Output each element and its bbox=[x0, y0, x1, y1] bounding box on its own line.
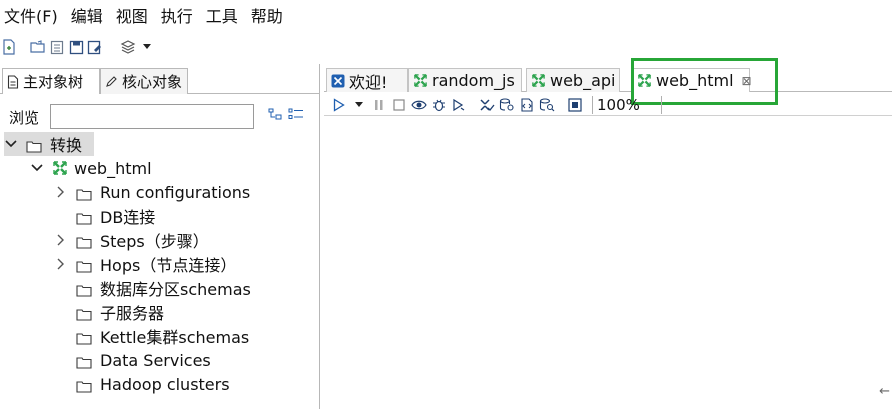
tab-main-tree[interactable]: 主对象树 bbox=[2, 68, 100, 94]
tab-web-html[interactable]: web_html ⊠ bbox=[632, 68, 752, 92]
chevron-right-icon[interactable] bbox=[54, 257, 68, 271]
tree-item-cluster-schemas[interactable]: Kettle集群schemas bbox=[54, 324, 249, 348]
tree-item-data-services[interactable]: Data Services bbox=[54, 348, 211, 372]
tab-core-objects-label: 核心对象 bbox=[122, 73, 183, 91]
save-icon[interactable] bbox=[67, 38, 85, 56]
editor-tab-bar: 欢迎! random_js web_api web_html ⊠ bbox=[324, 58, 892, 105]
tree-item-partition-schemas[interactable]: 数据库分区schemas bbox=[54, 276, 251, 300]
show-results-icon[interactable] bbox=[566, 96, 584, 114]
tree-item-label: Data Services bbox=[100, 350, 211, 370]
tree-item-db-connections[interactable]: DB连接 bbox=[54, 204, 155, 228]
transform-icon bbox=[531, 73, 546, 88]
tab-core-objects[interactable]: 核心对象 bbox=[100, 68, 188, 94]
run-dropdown-icon[interactable] bbox=[350, 96, 368, 114]
tab-main-tree-label: 主对象树 bbox=[23, 73, 84, 91]
transform-icon bbox=[637, 73, 652, 88]
welcome-icon bbox=[331, 74, 345, 88]
tree-item-label: 子服务器 bbox=[100, 304, 165, 323]
verify-icon[interactable] bbox=[478, 96, 496, 114]
pause-icon[interactable] bbox=[370, 96, 388, 114]
tree-item-label: Kettle集群schemas bbox=[100, 328, 250, 347]
new-file-icon[interactable] bbox=[0, 38, 18, 56]
stop-icon[interactable] bbox=[390, 96, 408, 114]
tree-item-label: Steps（步骤） bbox=[100, 232, 209, 251]
tab-web-html-label: web_html bbox=[656, 71, 734, 90]
zoom-value: 100% bbox=[597, 95, 640, 114]
folder-icon bbox=[76, 354, 92, 369]
tree-item-slave-servers[interactable]: 子服务器 bbox=[54, 300, 164, 324]
replay-icon[interactable] bbox=[450, 96, 468, 114]
transform-icon bbox=[52, 160, 68, 176]
tree-item-label: Hadoop clusters bbox=[100, 374, 230, 394]
main-toolbar bbox=[0, 32, 892, 62]
run-icon[interactable] bbox=[330, 96, 348, 114]
chevron-right-icon[interactable] bbox=[54, 233, 68, 247]
folder-icon bbox=[76, 186, 92, 201]
folder-icon bbox=[76, 330, 92, 345]
save-as-icon[interactable] bbox=[86, 38, 104, 56]
menu-file[interactable]: 文件(F) bbox=[4, 3, 58, 27]
browse-tools bbox=[268, 108, 304, 120]
tab-random-js[interactable]: random_js bbox=[408, 68, 522, 92]
folder-icon bbox=[76, 258, 92, 273]
tab-welcome-label: 欢迎! bbox=[349, 72, 388, 92]
tree-item-run-configurations[interactable]: Run configurations bbox=[54, 180, 250, 204]
menu-run[interactable]: 执行 bbox=[161, 3, 193, 27]
folder-icon bbox=[76, 378, 92, 393]
transformation-canvas[interactable] bbox=[324, 116, 892, 409]
tab-web-api[interactable]: web_api bbox=[526, 68, 620, 92]
menu-view[interactable]: 视图 bbox=[116, 3, 148, 27]
chevron-down-icon[interactable] bbox=[4, 137, 18, 151]
browse-search-input[interactable] bbox=[50, 104, 254, 129]
left-panel: 主对象树 核心对象 浏览 转换 web_html Run configurati… bbox=[0, 64, 320, 409]
dropdown-arrow-icon[interactable] bbox=[138, 38, 156, 56]
chevron-down-icon[interactable] bbox=[30, 161, 44, 175]
browse-row: 浏览 bbox=[0, 102, 320, 130]
tree-item-label: 转换 bbox=[50, 136, 83, 155]
tree-item-hops[interactable]: Hops（节点连接） bbox=[54, 252, 236, 276]
collapse-all-icon[interactable] bbox=[288, 108, 304, 120]
tree-item-label: 数据库分区schemas bbox=[100, 280, 251, 299]
run-toolbar: 100% bbox=[324, 94, 892, 116]
pencil-icon bbox=[105, 75, 118, 88]
folder-icon bbox=[76, 306, 92, 321]
editor-panel: 欢迎! random_js web_api web_html ⊠ 100% ← bbox=[324, 58, 892, 409]
tab-random-js-label: random_js bbox=[432, 71, 515, 90]
menu-bar: 文件(F) 编辑 视图 执行 工具 帮助 bbox=[0, 0, 892, 30]
tab-web-api-label: web_api bbox=[550, 71, 616, 90]
expand-all-icon[interactable] bbox=[268, 108, 282, 120]
folder-icon bbox=[76, 282, 92, 297]
close-icon[interactable]: ⊠ bbox=[742, 74, 752, 88]
tree-item-steps[interactable]: Steps（步骤） bbox=[54, 228, 209, 252]
preview-icon[interactable] bbox=[410, 96, 428, 114]
chevron-right-icon[interactable] bbox=[54, 185, 68, 199]
menu-edit[interactable]: 编辑 bbox=[71, 3, 103, 27]
analyze-impact-icon[interactable] bbox=[498, 96, 516, 114]
sql-icon[interactable] bbox=[518, 96, 536, 114]
tab-welcome[interactable]: 欢迎! bbox=[326, 68, 408, 92]
tree-item-transformations[interactable]: 转换 bbox=[4, 132, 94, 156]
transform-icon bbox=[413, 73, 428, 88]
zoom-select[interactable]: 100% bbox=[592, 95, 662, 114]
tree-item-label: DB连接 bbox=[100, 208, 156, 227]
tree-item-web-html[interactable]: web_html bbox=[30, 156, 152, 180]
open-folder-icon[interactable] bbox=[29, 38, 47, 56]
folder-icon bbox=[76, 210, 92, 225]
menu-help[interactable]: 帮助 bbox=[251, 3, 283, 27]
debug-icon[interactable] bbox=[430, 96, 448, 114]
folder-icon bbox=[26, 138, 42, 153]
tree-item-hadoop-clusters[interactable]: Hadoop clusters bbox=[54, 372, 230, 396]
left-tab-bar: 主对象树 核心对象 bbox=[0, 66, 320, 94]
tree-item-label: Hops（节点连接） bbox=[100, 256, 237, 275]
folder-icon bbox=[76, 234, 92, 249]
explore-db-icon[interactable] bbox=[538, 96, 556, 114]
menu-tools[interactable]: 工具 bbox=[206, 3, 238, 27]
explore-repo-icon[interactable] bbox=[48, 38, 66, 56]
layers-icon[interactable] bbox=[119, 38, 137, 56]
browse-label: 浏览 bbox=[9, 109, 40, 127]
arrow-left-icon: ← bbox=[879, 384, 890, 399]
document-icon bbox=[7, 74, 19, 89]
tree-item-label: web_html bbox=[74, 158, 152, 178]
tree-item-label: Run configurations bbox=[100, 182, 251, 202]
